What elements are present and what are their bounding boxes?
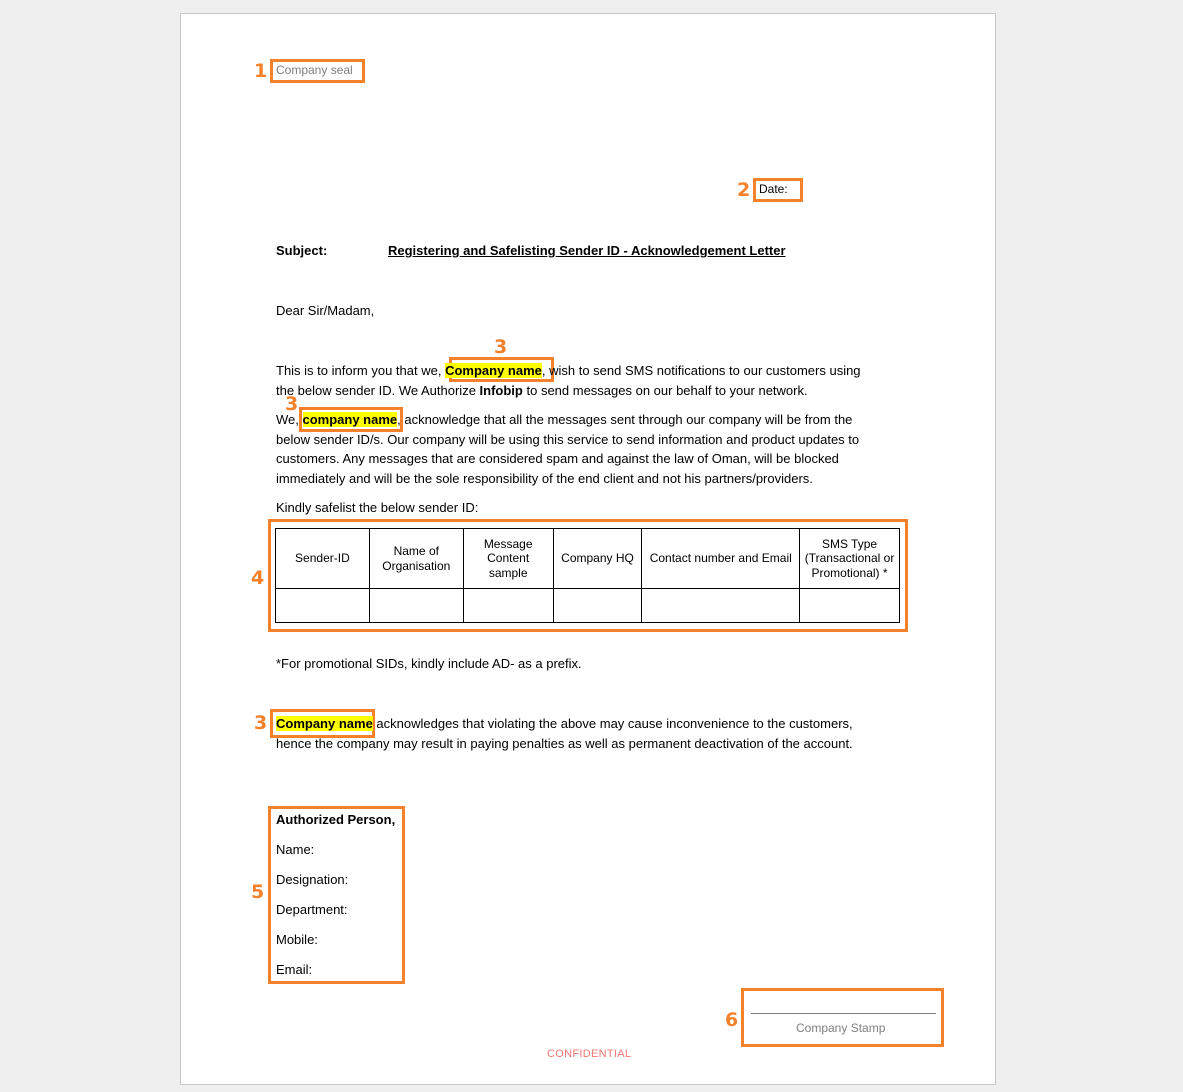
annotation-marker-3c: 3 [254, 712, 268, 734]
table-header-row: Sender-ID Name of Organisation Message C… [275, 528, 900, 589]
column-header-sms-type: SMS Type (Transactional or Promotional) … [799, 528, 900, 589]
para2-line4: immediately and will be the sole respons… [276, 470, 813, 486]
para1-line2-start: the below sender ID. We Authorize [276, 382, 480, 398]
field-email[interactable]: Email: [276, 960, 312, 979]
field-department[interactable]: Department: [276, 900, 348, 919]
para1-line2-end: to send messages on our behalf to your n… [522, 382, 808, 398]
company-name-placeholder-1[interactable]: Company name [445, 363, 542, 378]
subject-label: Subject: [276, 243, 328, 258]
para3-line2: hence the company may result in paying p… [276, 735, 853, 751]
company-stamp-label[interactable]: Company Stamp [796, 1019, 885, 1038]
company-name-placeholder-3[interactable]: Company name [276, 716, 373, 731]
annotation-marker-3a: 3 [494, 336, 508, 358]
subject-text: Registering and Safelisting Sender ID - … [388, 243, 786, 258]
para2-line2: below sender ID/s. Our company will be u… [276, 431, 860, 447]
confidential-footer: CONFIDENTIAL [547, 1048, 632, 1060]
annotation-box-authorized-person [268, 806, 405, 984]
company-name-placeholder-2[interactable]: company name [302, 412, 398, 427]
column-header-organisation: Name of Organisation [368, 528, 464, 589]
salutation: Dear Sir/Madam, [276, 303, 375, 318]
annotation-box-company-stamp [741, 988, 944, 1047]
field-name[interactable]: Name: [276, 840, 314, 859]
safelist-intro: Kindly safelist the below sender ID: [276, 500, 479, 515]
paragraph-intro: This is to inform you that we, Company n… [276, 361, 896, 400]
para1-text-end: , wish to send SMS notifications to our … [541, 363, 861, 378]
sender-id-table: Sender-ID Name of Organisation Message C… [275, 528, 900, 623]
column-header-message-sample: Message Content sample [462, 528, 554, 589]
annotation-marker-6: 6 [725, 1009, 739, 1031]
cell-contact[interactable] [641, 588, 801, 623]
para1-text-start: This is to inform you that we, [276, 363, 446, 378]
cell-company-hq[interactable] [552, 588, 643, 623]
field-mobile[interactable]: Mobile: [276, 930, 318, 949]
company-seal-placeholder[interactable]: Company seal [276, 61, 353, 80]
cell-sms-type[interactable] [799, 588, 900, 623]
column-header-contact: Contact number and Email [641, 528, 801, 589]
annotation-marker-4: 4 [251, 567, 265, 589]
para2-text-start: We, [276, 412, 303, 427]
para2-line3: customers. Any messages that are conside… [276, 451, 839, 466]
annotation-marker-5: 5 [251, 881, 265, 903]
table-row [275, 588, 900, 623]
stamp-signature-line [751, 1013, 936, 1014]
para2-text-end: , acknowledge that all the messages sent… [397, 412, 853, 427]
column-header-sender-id: Sender-ID [275, 528, 370, 589]
cell-message-sample[interactable] [462, 588, 554, 623]
brand-name: Infobip [479, 382, 523, 398]
paragraph-penalty: Company name acknowledges that violating… [276, 714, 896, 753]
para3-text-end: acknowledges that violating the above ma… [372, 716, 853, 731]
annotation-marker-1: 1 [254, 60, 268, 82]
column-header-company-hq: Company HQ [552, 528, 643, 589]
date-field[interactable]: Date: [759, 180, 788, 199]
cell-sender-id[interactable] [275, 588, 370, 623]
footnote: *For promotional SIDs, kindly include AD… [276, 656, 582, 671]
annotation-marker-2: 2 [737, 179, 751, 201]
field-designation[interactable]: Designation: [276, 870, 348, 889]
authorized-person-title: Authorized Person, [276, 812, 396, 827]
cell-organisation[interactable] [368, 588, 464, 623]
paragraph-acknowledge: We, company name, acknowledge that all t… [276, 410, 896, 488]
